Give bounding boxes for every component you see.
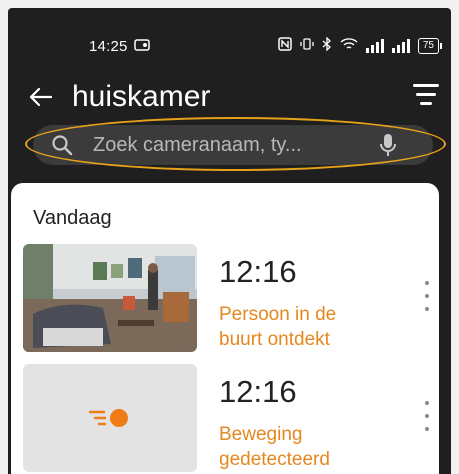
events-panel: Vandaag 12:16 Persoon in de buurt ontdek…: [11, 183, 439, 474]
section-title: Vandaag: [33, 207, 112, 229]
event-label-line: gedetecteerd: [219, 449, 330, 470]
arrow-left-icon: [29, 87, 53, 107]
event-label-line: Beweging: [219, 424, 303, 445]
status-icons: 75: [278, 36, 443, 54]
page-title: huiskamer: [72, 80, 211, 113]
nfc-icon: [278, 37, 292, 54]
status-time: 14:25: [89, 38, 128, 55]
filter-icon: [413, 84, 439, 87]
wifi-icon: [340, 37, 358, 54]
event-thumbnail[interactable]: [23, 364, 197, 472]
microphone-icon[interactable]: [377, 132, 399, 158]
signal-icon-2: [391, 38, 410, 53]
event-label-line: Persoon in de: [219, 304, 337, 325]
phone-screen: 14:25 75 huiskamer Zoek cameranaam, ty..…: [8, 8, 451, 474]
event-item[interactable]: 12:16 Beweging gedetecteerd: [23, 364, 433, 474]
search-bar[interactable]: [33, 125, 433, 165]
bluetooth-icon: [322, 36, 332, 54]
event-item[interactable]: 12:16 Persoon in de buurt ontdekt: [23, 244, 433, 356]
more-options-button[interactable]: [421, 401, 433, 431]
notification-icon: [134, 39, 150, 54]
event-time: 12:16: [219, 254, 297, 289]
vibrate-icon: [300, 37, 314, 54]
more-vertical-icon: [425, 401, 429, 405]
event-label: Persoon in de buurt ontdekt: [219, 302, 389, 352]
motion-icon: [88, 409, 128, 427]
event-label: Beweging gedetecteerd: [219, 422, 389, 472]
search-input[interactable]: [91, 132, 365, 158]
event-label-line: buurt ontdekt: [219, 329, 330, 350]
app-bar: huiskamer: [8, 68, 451, 126]
search-icon: [52, 135, 73, 156]
more-options-button[interactable]: [421, 281, 433, 311]
filter-button[interactable]: [411, 84, 441, 112]
camera-snapshot[interactable]: [23, 244, 197, 352]
back-button[interactable]: [26, 82, 56, 112]
more-vertical-icon: [425, 281, 429, 285]
event-time: 12:16: [219, 374, 297, 409]
signal-icon: [365, 38, 384, 53]
battery-icon: 75: [417, 37, 443, 54]
